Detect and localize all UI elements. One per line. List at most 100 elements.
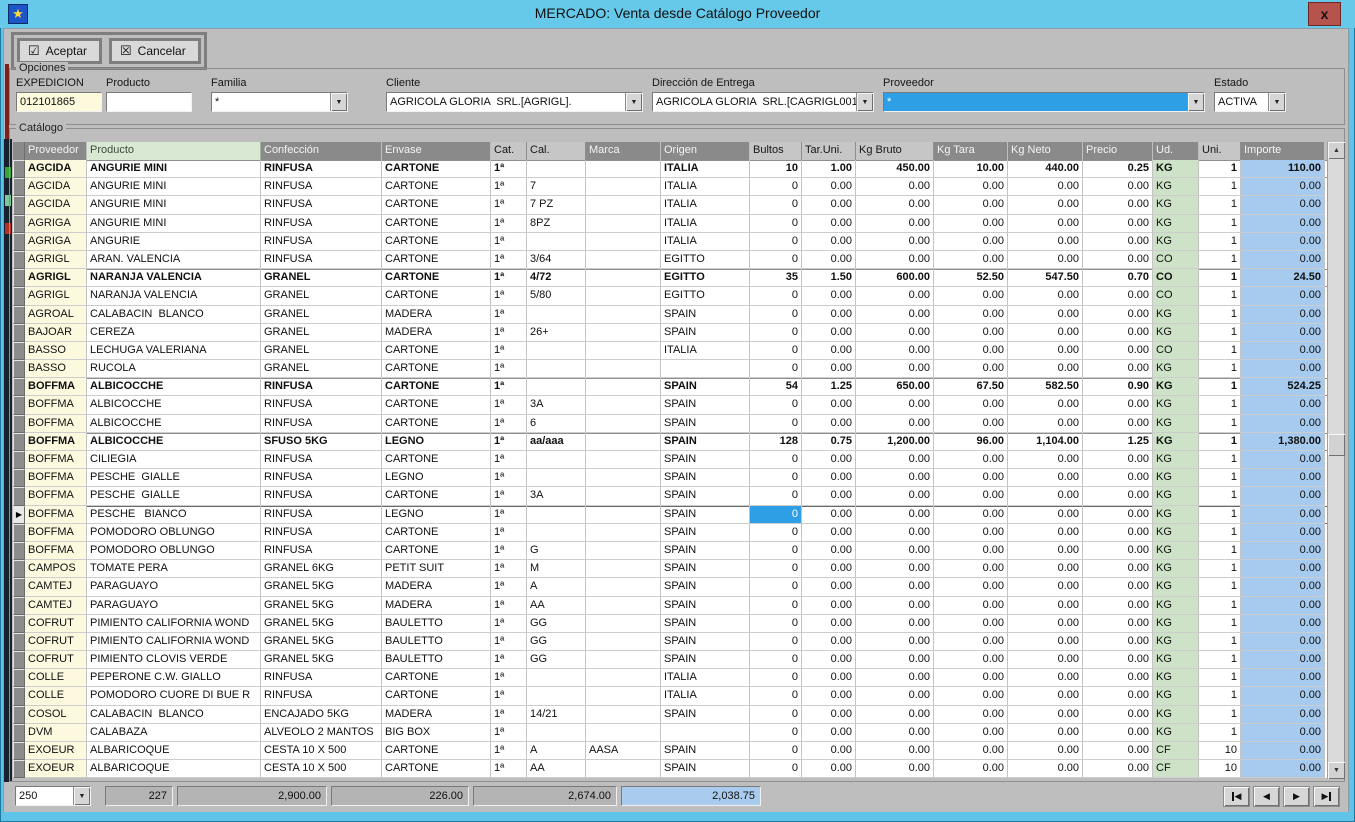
- cell-proveedor[interactable]: COFRUT: [25, 615, 87, 633]
- cell-origen[interactable]: SPAIN: [661, 742, 750, 760]
- cell-marca[interactable]: [586, 651, 661, 669]
- cell-importe[interactable]: 0.00: [1241, 578, 1325, 596]
- cell-kg_bruto[interactable]: 0.00: [856, 542, 934, 560]
- cell-tar_uni[interactable]: 0.00: [802, 706, 856, 724]
- cell-cal[interactable]: 26+: [527, 324, 586, 342]
- cell-kg_neto[interactable]: 440.00: [1008, 160, 1083, 178]
- cell-proveedor[interactable]: BOFFMA: [25, 506, 87, 524]
- cell-cat[interactable]: 1ª: [491, 160, 527, 178]
- cell-cal[interactable]: AA: [527, 597, 586, 615]
- cell-cal[interactable]: [527, 342, 586, 360]
- cell-tar_uni[interactable]: 0.00: [802, 251, 856, 269]
- cell-producto[interactable]: CALABAZA: [87, 724, 261, 742]
- cell-proveedor[interactable]: BOFFMA: [25, 542, 87, 560]
- cell-precio[interactable]: 0.00: [1083, 578, 1153, 596]
- cell-producto[interactable]: CEREZA: [87, 324, 261, 342]
- cell-uni[interactable]: 1: [1199, 178, 1241, 196]
- cell-bultos[interactable]: 0: [750, 415, 802, 433]
- cell-importe[interactable]: 0.00: [1241, 524, 1325, 542]
- cell-kg_bruto[interactable]: 0.00: [856, 669, 934, 687]
- cell-bultos[interactable]: 0: [750, 687, 802, 705]
- cell-importe[interactable]: 0.00: [1241, 196, 1325, 214]
- cell-tar_uni[interactable]: 0.00: [802, 396, 856, 414]
- cell-importe[interactable]: 0.00: [1241, 342, 1325, 360]
- cell-kg_tara[interactable]: 0.00: [934, 360, 1008, 378]
- cell-cat[interactable]: 1ª: [491, 506, 527, 524]
- cell-precio[interactable]: 0.00: [1083, 542, 1153, 560]
- scrollbar-thumb[interactable]: [1328, 434, 1345, 456]
- cell-marca[interactable]: AASA: [586, 742, 661, 760]
- cell-cal[interactable]: A: [527, 742, 586, 760]
- row-selector[interactable]: [13, 160, 25, 178]
- cell-producto[interactable]: ALBARICOQUE: [87, 742, 261, 760]
- cell-bultos[interactable]: 0: [750, 633, 802, 651]
- cell-bultos[interactable]: 0: [750, 306, 802, 324]
- cell-importe[interactable]: 0.00: [1241, 306, 1325, 324]
- cell-origen[interactable]: [661, 724, 750, 742]
- cell-bultos[interactable]: 128: [750, 433, 802, 451]
- cell-cal[interactable]: [527, 669, 586, 687]
- row-selector[interactable]: [13, 233, 25, 251]
- scroll-up-icon[interactable]: ▲: [1328, 142, 1345, 159]
- cell-precio[interactable]: 0.00: [1083, 233, 1153, 251]
- cell-bultos[interactable]: 0: [750, 615, 802, 633]
- cell-bultos[interactable]: 0: [750, 342, 802, 360]
- cell-kg_bruto[interactable]: 0.00: [856, 451, 934, 469]
- cell-importe[interactable]: 0.00: [1241, 251, 1325, 269]
- cell-ud[interactable]: KG: [1153, 233, 1199, 251]
- cell-proveedor[interactable]: BOFFMA: [25, 433, 87, 451]
- cell-origen[interactable]: ITALIA: [661, 233, 750, 251]
- cell-confeccion[interactable]: RINFUSA: [261, 669, 382, 687]
- cell-envase[interactable]: CARTONE: [382, 524, 491, 542]
- cell-tar_uni[interactable]: 1.00: [802, 160, 856, 178]
- cell-proveedor[interactable]: BOFFMA: [25, 396, 87, 414]
- cell-ud[interactable]: CF: [1153, 760, 1199, 778]
- vertical-scrollbar[interactable]: ▲ ▼: [1327, 142, 1344, 779]
- cell-confeccion[interactable]: SFUSO 5KG: [261, 433, 382, 451]
- cell-confeccion[interactable]: RINFUSA: [261, 396, 382, 414]
- column-header-kg_bruto[interactable]: Kg Bruto: [856, 142, 934, 160]
- cell-bultos[interactable]: 0: [750, 469, 802, 487]
- cell-importe[interactable]: 0.00: [1241, 469, 1325, 487]
- cell-kg_neto[interactable]: 0.00: [1008, 451, 1083, 469]
- row-selector[interactable]: [13, 724, 25, 742]
- cell-producto[interactable]: PESCHE BIANCO: [87, 506, 261, 524]
- cell-bultos[interactable]: 0: [750, 360, 802, 378]
- cell-tar_uni[interactable]: 0.00: [802, 342, 856, 360]
- cell-kg_bruto[interactable]: 0.00: [856, 578, 934, 596]
- cell-cal[interactable]: [527, 160, 586, 178]
- row-selector[interactable]: [13, 578, 25, 596]
- cell-importe[interactable]: 0.00: [1241, 233, 1325, 251]
- cell-marca[interactable]: [586, 524, 661, 542]
- cell-ud[interactable]: KG: [1153, 469, 1199, 487]
- cell-envase[interactable]: CARTONE: [382, 396, 491, 414]
- cell-kg_neto[interactable]: 0.00: [1008, 578, 1083, 596]
- cell-importe[interactable]: 0.00: [1241, 633, 1325, 651]
- cell-kg_neto[interactable]: 582.50: [1008, 378, 1083, 396]
- cell-confeccion[interactable]: RINFUSA: [261, 178, 382, 196]
- cell-ud[interactable]: KG: [1153, 687, 1199, 705]
- cell-uni[interactable]: 10: [1199, 760, 1241, 778]
- cell-precio[interactable]: 0.00: [1083, 342, 1153, 360]
- cell-marca[interactable]: [586, 615, 661, 633]
- cell-cat[interactable]: 1ª: [491, 469, 527, 487]
- cell-cal[interactable]: 3A: [527, 487, 586, 505]
- cell-uni[interactable]: 1: [1199, 669, 1241, 687]
- cell-kg_bruto[interactable]: 0.00: [856, 360, 934, 378]
- cell-cat[interactable]: 1ª: [491, 306, 527, 324]
- cell-precio[interactable]: 0.00: [1083, 287, 1153, 305]
- cell-cat[interactable]: 1ª: [491, 742, 527, 760]
- cell-precio[interactable]: 0.00: [1083, 687, 1153, 705]
- cell-kg_bruto[interactable]: 0.00: [856, 760, 934, 778]
- cell-kg_tara[interactable]: 0.00: [934, 287, 1008, 305]
- cell-proveedor[interactable]: CAMTEJ: [25, 597, 87, 615]
- cell-marca[interactable]: [586, 342, 661, 360]
- cell-confeccion[interactable]: RINFUSA: [261, 487, 382, 505]
- cell-importe[interactable]: 0.00: [1241, 324, 1325, 342]
- cell-uni[interactable]: 1: [1199, 215, 1241, 233]
- cell-marca[interactable]: [586, 433, 661, 451]
- cliente-combo[interactable]: AGRICOLA GLORIA SRL.[AGRIGL]. ▼: [386, 92, 643, 112]
- cell-proveedor[interactable]: EXOEUR: [25, 760, 87, 778]
- first-record-button[interactable]: ◀: [1223, 786, 1250, 807]
- cell-kg_bruto[interactable]: 650.00: [856, 378, 934, 396]
